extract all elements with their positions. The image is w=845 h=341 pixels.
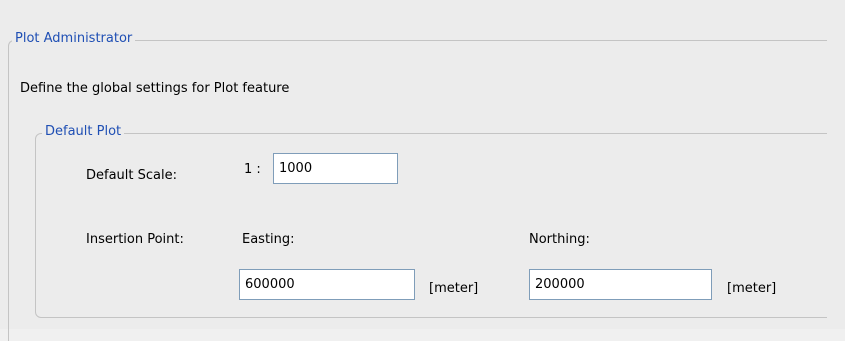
default-scale-label: Default Scale: [86, 168, 177, 183]
northing-unit: [meter] [727, 281, 777, 296]
default-plot-group-title: Default Plot [42, 124, 125, 139]
easting-label: Easting: [242, 232, 295, 247]
insertion-point-label: Insertion Point: [86, 232, 184, 247]
easting-input[interactable] [239, 269, 415, 300]
plot-administrator-panel: Plot Administrator Define the global set… [0, 0, 845, 341]
northing-label: Northing: [529, 232, 590, 247]
right-edge-fill [827, 0, 845, 329]
scale-ratio-prefix: 1 : [244, 162, 261, 177]
northing-input[interactable] [529, 269, 712, 300]
description-text: Define the global settings for Plot feat… [20, 81, 290, 96]
plot-administrator-group-title: Plot Administrator [12, 31, 136, 46]
default-scale-input[interactable] [273, 153, 398, 184]
easting-unit: [meter] [429, 281, 479, 296]
